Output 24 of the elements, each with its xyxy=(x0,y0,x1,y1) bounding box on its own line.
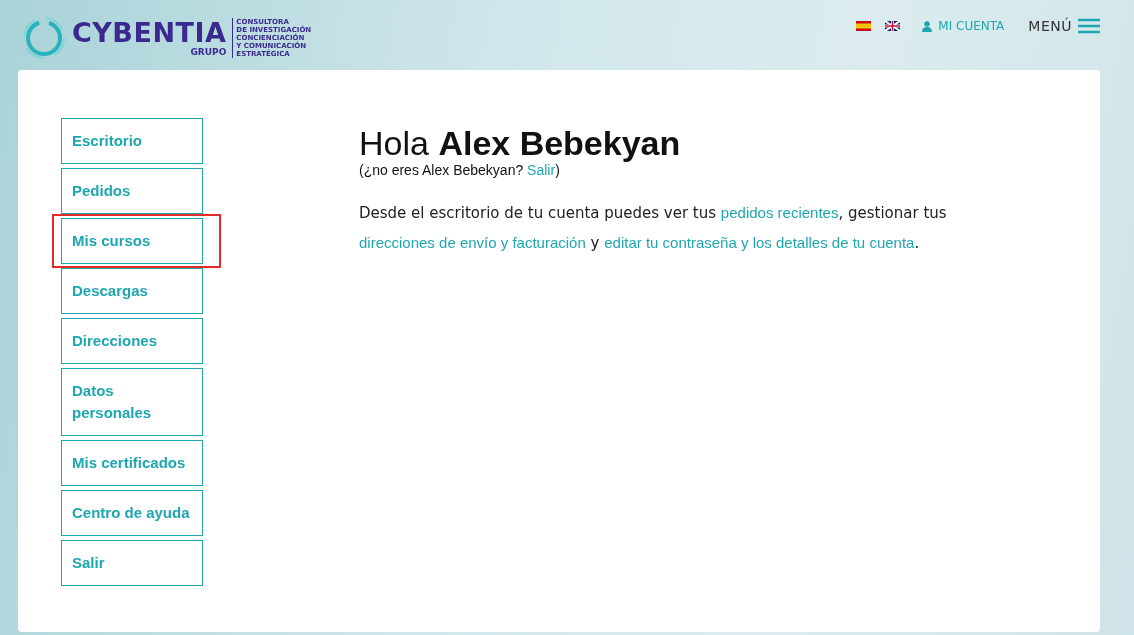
user-icon xyxy=(922,20,933,32)
intro-link[interactable]: direcciones de envío y facturación xyxy=(359,234,586,251)
account-link[interactable]: MI CUENTA xyxy=(922,19,1005,33)
uk-flag-icon[interactable] xyxy=(885,21,901,31)
intro-paragraph: Desde el escritorio de tu cuenta puedes ver tus pedidos recientes, gestionar tus direcciones de envío y facturación y editar tu contraseña y los detalles de tu cuenta. xyxy=(359,203,948,254)
sidebar-item[interactable]: Direcciones xyxy=(61,318,203,364)
sidebar-item[interactable]: Pedidos xyxy=(61,168,203,214)
logout-note: (¿no eres Alex Bebekyan? Salir) xyxy=(359,162,560,178)
sidebar-item[interactable]: Descargas xyxy=(61,268,203,314)
spain-flag-icon[interactable] xyxy=(856,21,872,31)
sidebar-item[interactable]: Datos personales xyxy=(61,368,203,436)
ring-logo-icon xyxy=(22,16,66,60)
menu-icon xyxy=(1078,18,1100,34)
intro-link[interactable]: editar tu contraseña y los detalles de tu cuenta xyxy=(604,234,915,251)
logo-name: CYBENTIA xyxy=(72,19,227,47)
logo-subtitle: GRUPO xyxy=(190,47,227,57)
sidebar-item[interactable]: Escritorio xyxy=(61,118,203,164)
menu-button[interactable]: MENÚ xyxy=(1028,18,1100,34)
intro-link[interactable]: pedidos recientes xyxy=(720,204,839,221)
sidebar-item[interactable]: Salir xyxy=(61,540,203,586)
logout-link[interactable]: Salir xyxy=(527,162,556,178)
sidebar-item[interactable]: Mis certificados xyxy=(61,440,203,486)
sidebar-item[interactable]: Centro de ayuda xyxy=(61,490,203,536)
sidebar-item[interactable]: Mis cursos xyxy=(61,218,203,264)
